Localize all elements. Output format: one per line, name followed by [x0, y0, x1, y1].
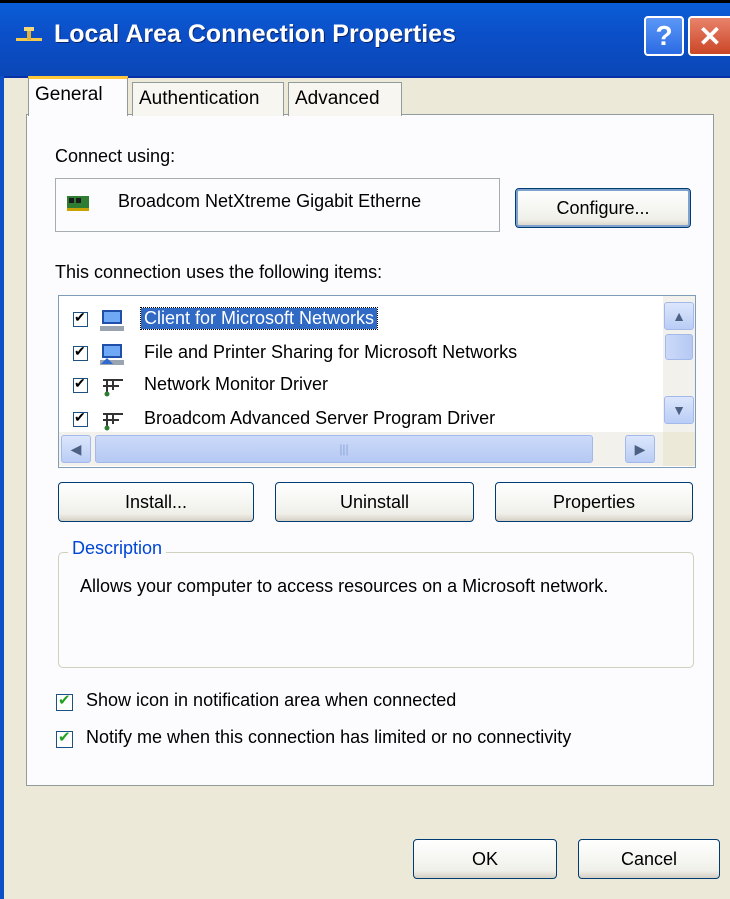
properties-button-label: Properties — [552, 491, 636, 512]
cancel-button-label: Cancel — [620, 848, 678, 869]
items-label: This connection uses the following items… — [55, 262, 383, 282]
install-button[interactable]: Install... — [58, 482, 254, 522]
uninstall-button[interactable]: Uninstall — [275, 482, 474, 522]
horizontal-scroll-thumb[interactable]: ||| — [95, 435, 593, 463]
adapter-name: Broadcom NetXtreme Gigabit Etherne — [118, 191, 422, 211]
item-label: Broadcom Advanced Server Program Driver — [144, 408, 496, 428]
list-item[interactable]: Network Monitor Driver — [59, 370, 659, 404]
tab-advanced[interactable]: Advanced — [288, 82, 402, 116]
show-icon-label[interactable]: Show icon in notification area when conn… — [86, 690, 456, 711]
scroll-down-button[interactable]: ▼ — [664, 396, 694, 424]
network-service-icon — [103, 413, 123, 431]
tab-general[interactable]: General — [28, 76, 128, 116]
configure-button[interactable]: Configure... — [515, 188, 691, 228]
ok-button[interactable]: OK — [413, 839, 557, 879]
item-checkbox[interactable] — [73, 409, 88, 427]
item-label: Network Monitor Driver — [144, 374, 329, 394]
vertical-scrollbar[interactable]: ▲ ▼ — [663, 296, 695, 432]
ok-button-label: OK — [471, 848, 498, 869]
description-group — [58, 552, 694, 668]
top-border — [0, 0, 730, 3]
cancel-button[interactable]: Cancel — [578, 839, 720, 879]
window-title: Local Area Connection Properties — [54, 20, 456, 48]
item-label: File and Printer Sharing for Microsoft N… — [144, 342, 518, 362]
install-button-label: Install... — [124, 491, 188, 512]
horizontal-scrollbar[interactable]: ◀ ||| ▶ — [59, 432, 663, 466]
network-connection-icon — [16, 27, 42, 41]
window-left-border — [0, 76, 4, 899]
file-printer-sharing-icon — [100, 344, 124, 365]
items-list[interactable]: Client for Microsoft Networks File and P… — [58, 295, 696, 468]
notify-label[interactable]: Notify me when this connection has limit… — [86, 727, 571, 748]
show-icon-checkbox[interactable] — [56, 691, 73, 711]
description-text: Allows your computer to access resources… — [80, 576, 609, 596]
network-service-icon — [103, 379, 123, 397]
scroll-corner — [663, 432, 695, 466]
vertical-scroll-thumb[interactable] — [665, 334, 693, 360]
item-label: Client for Microsoft Networks — [139, 307, 379, 330]
description-title: Description — [68, 538, 167, 559]
connect-using-label: Connect using: — [55, 146, 176, 166]
scroll-left-button[interactable]: ◀ — [61, 435, 91, 463]
notify-checkbox[interactable] — [56, 728, 73, 748]
item-checkbox[interactable] — [73, 309, 88, 327]
network-client-icon — [100, 310, 124, 331]
configure-button-label: Configure... — [556, 197, 650, 218]
properties-button[interactable]: Properties — [495, 482, 693, 522]
scroll-right-button[interactable]: ▶ — [625, 435, 655, 463]
title-bar[interactable]: Local Area Connection Properties ? ✕ — [0, 0, 730, 78]
item-checkbox[interactable] — [73, 375, 88, 393]
item-checkbox[interactable] — [73, 343, 88, 361]
help-button[interactable]: ? — [644, 16, 684, 56]
tab-authentication[interactable]: Authentication — [132, 82, 284, 116]
adapter-field: Broadcom NetXtreme Gigabit Etherne — [55, 178, 500, 232]
network-adapter-icon — [67, 196, 89, 211]
list-item[interactable]: Client for Microsoft Networks — [59, 304, 659, 338]
list-item[interactable]: File and Printer Sharing for Microsoft N… — [59, 338, 659, 372]
scroll-up-button[interactable]: ▲ — [664, 302, 694, 330]
close-button[interactable]: ✕ — [688, 16, 730, 56]
uninstall-button-label: Uninstall — [339, 491, 410, 512]
